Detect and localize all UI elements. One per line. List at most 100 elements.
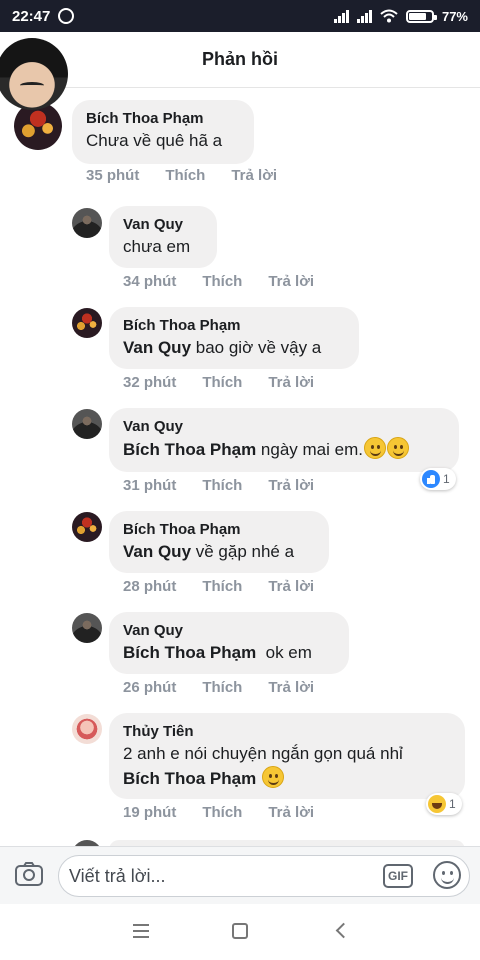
mention-link[interactable]: Bích Thoa Phạm [123, 440, 256, 459]
reply-button[interactable]: Trả lời [268, 679, 314, 696]
comment-bubble[interactable]: Bích Thoa Phạm Chưa về quê hã a [72, 100, 254, 164]
comment-author[interactable]: Van Quy [123, 417, 445, 437]
avatar[interactable] [72, 714, 102, 744]
comment-text: Bích Thoa Phạm ok em [123, 641, 335, 665]
comment-actions: 28 phút Thích Trả lời [123, 578, 314, 595]
like-button[interactable]: Thích [202, 477, 242, 494]
reply-button[interactable]: Trả lời [268, 273, 314, 290]
reply-button[interactable]: Trả lời [268, 804, 314, 821]
comment-text: chưa em [123, 235, 203, 259]
avatar[interactable] [72, 308, 102, 338]
status-time: 22:47 [12, 7, 51, 25]
battery-level [408, 12, 426, 20]
reply-composer: Viết trả lời... GIF [0, 846, 480, 904]
back-icon[interactable] [335, 922, 352, 939]
mention-link[interactable]: Van Quy [123, 338, 191, 357]
like-button[interactable]: Thích [165, 167, 205, 184]
comment-bubble[interactable]: Van Quy Bích Thoa Phạm ngày mai em. [109, 408, 459, 472]
avatar[interactable] [72, 512, 102, 542]
comment-text-part: chưa em [123, 237, 191, 256]
smiley-emoji-icon [363, 437, 386, 459]
comment-author[interactable]: Bích Thoa Phạm [123, 316, 345, 336]
reply-button[interactable]: Trả lời [268, 578, 314, 595]
status-bar: 22:47 77% [0, 0, 480, 32]
comment-text: Bích Thoa Phạm ngày mai em. [123, 437, 445, 462]
reaction-count: 1 [443, 472, 450, 486]
mention-link[interactable]: Bích Thoa Phạm [123, 643, 256, 662]
page-title: Phản hồi [202, 49, 278, 69]
page-header: Phản hồi [0, 32, 480, 88]
comment-author[interactable]: Thủy Tiên [123, 722, 451, 742]
comment-time: 34 phút [123, 273, 177, 290]
emoji-group [363, 437, 409, 459]
reaction-summary[interactable]: 1 [426, 793, 462, 815]
like-button[interactable]: Thích [202, 578, 242, 595]
comment-text-part: ngày mai em. [256, 440, 363, 459]
battery-percent: 77% [441, 8, 468, 24]
comment-actions: 19 phút Thích Trả lời [123, 804, 314, 821]
reply-thread[interactable]: Bích Thoa Phạm Chưa về quê hã a 35 phút … [0, 88, 480, 846]
camera-icon[interactable] [14, 861, 44, 887]
comment-text-part: ok em [256, 643, 312, 662]
like-button[interactable]: Thích [202, 804, 242, 821]
comment-text: Van Quy về gặp nhé a [123, 540, 315, 564]
comment-actions: 31 phút Thích Trả lời [123, 477, 314, 494]
comment-author[interactable]: Bích Thoa Phạm [123, 520, 315, 540]
comment-text: Chưa về quê hã a [86, 129, 240, 153]
haha-reaction-icon [428, 795, 446, 813]
signal-icon-2 [356, 9, 372, 23]
gif-button[interactable]: GIF [383, 864, 413, 888]
comment-time: 19 phút [123, 804, 177, 821]
status-icons: 77% [333, 8, 468, 24]
battery-icon [405, 9, 437, 23]
comment-author[interactable]: Van Quy [123, 621, 335, 641]
reply-button[interactable]: Trả lời [268, 477, 314, 494]
comment-time: 35 phút [86, 167, 140, 184]
comment-actions: 34 phút Thích Trả lời [123, 273, 314, 290]
wifi-icon [380, 9, 398, 23]
comment-time: 32 phút [123, 374, 177, 391]
laughing-emoji-icon [261, 766, 284, 788]
like-reaction-icon [422, 470, 440, 488]
reply-button[interactable]: Trả lời [268, 374, 314, 391]
messenger-notification-icon [58, 8, 75, 24]
like-button[interactable]: Thích [202, 679, 242, 696]
smiley-emoji-icon [386, 437, 409, 459]
comment-author[interactable]: Bích Thoa Phạm [86, 109, 240, 129]
comment-bubble[interactable]: Bích Thoa Phạm Van Quy về gặp nhé a [109, 511, 329, 573]
like-button[interactable]: Thích [202, 273, 242, 290]
comment-time: 26 phút [123, 679, 177, 696]
reply-button[interactable]: Trả lời [231, 167, 277, 184]
system-nav-bar [0, 904, 480, 960]
home-icon[interactable] [232, 923, 248, 939]
comment-text-line2: Bích Thoa Phạm [123, 766, 451, 791]
reaction-count: 1 [449, 797, 456, 811]
comment-text-part: bao giờ về vậy a [191, 338, 322, 357]
avatar[interactable] [72, 613, 102, 643]
avatar[interactable] [72, 409, 102, 439]
comment-bubble[interactable]: Van Quy chưa em [109, 206, 217, 268]
comment-text: 2 anh e nói chuyện ngắn gọn quá nhỉ [123, 744, 403, 763]
reaction-summary[interactable]: 1 [420, 468, 456, 490]
comment-actions: 35 phút Thích Trả lời [86, 167, 277, 184]
comment-bubble[interactable]: Bích Thoa Phạm Van Quy bao giờ về vậy a [109, 307, 359, 369]
comment-text: Van Quy bao giờ về vậy a [123, 336, 345, 360]
menu-icon[interactable] [133, 924, 149, 938]
avatar[interactable] [72, 208, 102, 238]
comment-time: 28 phút [123, 578, 177, 595]
comment-bubble[interactable]: Van Quy Bích Thoa Phạm ok em [109, 612, 349, 674]
comment-text-part: về gặp nhé a [191, 542, 295, 561]
mention-link[interactable]: Van Quy [123, 542, 191, 561]
comment-actions: 26 phút Thích Trả lời [123, 679, 314, 696]
signal-icon [333, 9, 349, 23]
reply-input[interactable]: Viết trả lời... GIF [58, 855, 470, 897]
like-button[interactable]: Thích [202, 374, 242, 391]
comment-author[interactable]: Van Quy [123, 215, 203, 235]
comment-time: 31 phút [123, 477, 177, 494]
comment-bubble[interactable]: Thủy Tiên 2 anh e nói chuyện ngắn gọn qu… [109, 713, 465, 799]
comment-actions: 32 phút Thích Trả lời [123, 374, 314, 391]
mention-link[interactable]: Bích Thoa Phạm [123, 769, 256, 788]
emoji-picker-icon[interactable] [433, 861, 461, 889]
comment-text-part: Chưa về quê hã a [86, 131, 223, 150]
reply-input-placeholder: Viết trả lời... [69, 866, 166, 886]
